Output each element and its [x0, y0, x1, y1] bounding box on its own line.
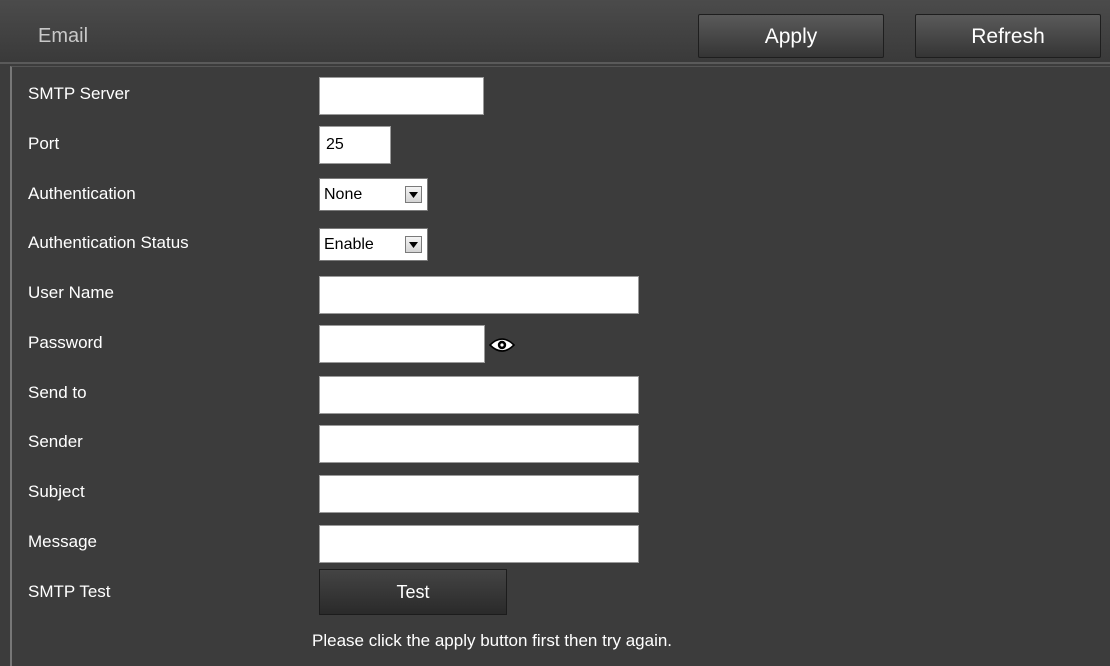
- refresh-button[interactable]: Refresh: [915, 14, 1101, 58]
- apply-button[interactable]: Apply: [698, 14, 884, 58]
- authentication-selected-value: None: [324, 185, 363, 203]
- authentication-select[interactable]: None: [319, 178, 428, 211]
- smtp-test-label: SMTP Test: [28, 582, 111, 601]
- port-label: Port: [28, 134, 60, 153]
- apply-first-hint: Please click the apply button first then…: [312, 631, 673, 650]
- authentication-status-label: Authentication Status: [28, 233, 189, 252]
- message-input[interactable]: [319, 525, 639, 563]
- subject-input[interactable]: [319, 475, 639, 513]
- settings-panel: [10, 66, 1110, 666]
- email-settings-page: Email Apply Refresh SMTP Server Port Aut…: [0, 0, 1110, 666]
- password-label: Password: [28, 333, 103, 352]
- authentication-label: Authentication: [28, 184, 136, 203]
- chevron-down-icon: [405, 186, 422, 203]
- page-title: Email: [38, 25, 89, 47]
- sender-label: Sender: [28, 432, 83, 451]
- eye-icon[interactable]: [488, 336, 516, 354]
- chevron-down-icon: [405, 236, 422, 253]
- smtp-server-label: SMTP Server: [28, 84, 130, 103]
- sender-input[interactable]: [319, 425, 639, 463]
- user-name-input[interactable]: [319, 276, 639, 314]
- test-button[interactable]: Test: [319, 569, 507, 615]
- send-to-input[interactable]: [319, 376, 639, 414]
- authentication-status-selected-value: Enable: [324, 235, 374, 253]
- authentication-status-select[interactable]: Enable: [319, 228, 428, 261]
- subject-label: Subject: [28, 482, 85, 501]
- user-name-label: User Name: [28, 283, 114, 302]
- header-bar: Email Apply Refresh: [0, 0, 1110, 64]
- message-label: Message: [28, 532, 97, 551]
- port-input[interactable]: [319, 126, 391, 164]
- send-to-label: Send to: [28, 383, 87, 402]
- smtp-server-input[interactable]: [319, 77, 484, 115]
- password-input[interactable]: [319, 325, 485, 363]
